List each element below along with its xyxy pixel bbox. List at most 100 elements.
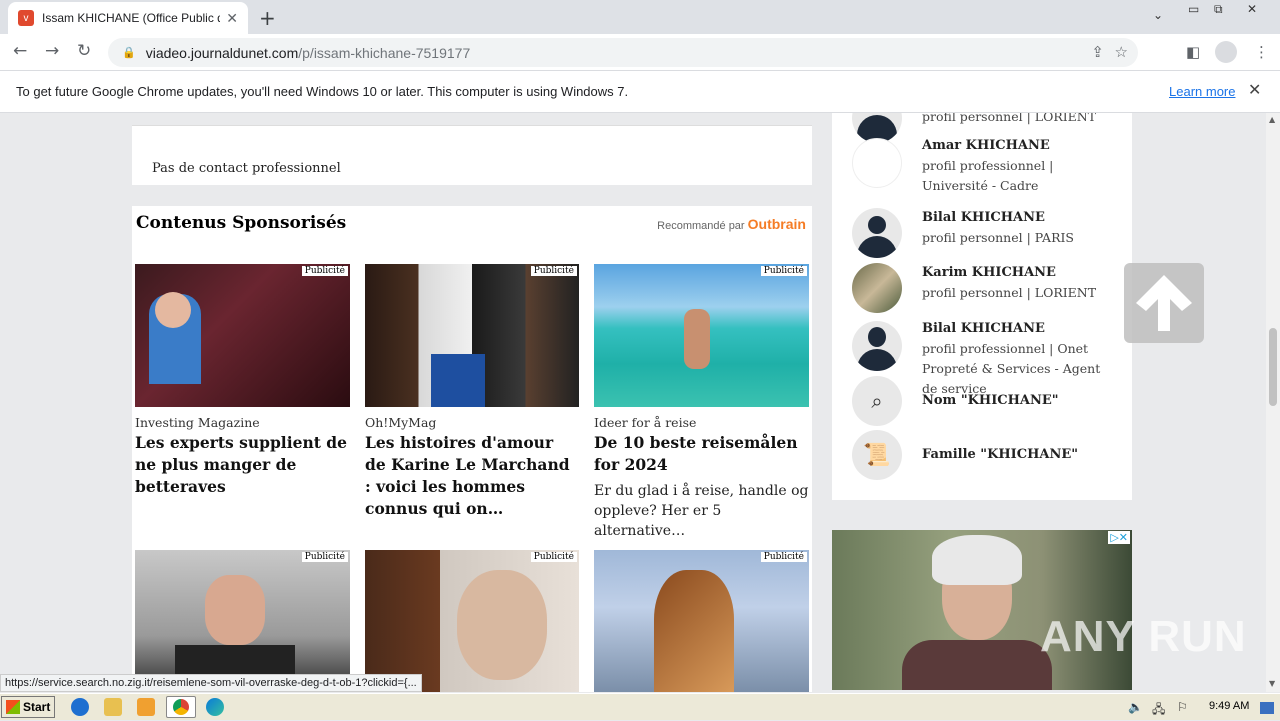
vertical-scrollbar[interactable]: ▲ ▼ xyxy=(1266,113,1280,692)
sponsored-item[interactable]: Publicité Ideer for å reise De 10 beste … xyxy=(594,264,809,541)
avatar xyxy=(852,263,902,313)
profile-desc: profil personnel | LORIENT xyxy=(922,113,1097,124)
profile-name[interactable]: Karim KHICHANE xyxy=(922,265,1056,280)
man-face xyxy=(457,570,547,680)
anyrun-watermark: ANY RUN xyxy=(1040,612,1247,661)
share-icon[interactable]: ⇪ xyxy=(1091,43,1104,61)
sponsored-image[interactable]: Publicité xyxy=(365,264,579,407)
sponsored-item[interactable]: Publicité xyxy=(135,550,350,692)
ad-badge: Publicité xyxy=(301,266,348,276)
status-bubble-url: https://service.search.no.zig.it/reiseml… xyxy=(0,674,422,692)
scroll-up-arrow-icon[interactable]: ▲ xyxy=(1269,115,1275,124)
sponsored-item[interactable]: Publicité Oh!MyMag Les histoires d'amour… xyxy=(365,264,579,520)
sponsored-item[interactable]: Publicité Investing Magazine Les experts… xyxy=(135,264,350,498)
search-family-link[interactable]: Famille "KHICHANE" xyxy=(922,447,1078,462)
ad-badge: Publicité xyxy=(760,266,807,276)
profile-desc: profil professionnel | Onet Propreté & S… xyxy=(922,341,1101,396)
reload-icon[interactable]: ↻ xyxy=(77,41,91,61)
edge-icon[interactable] xyxy=(206,698,224,716)
action-center-flag-icon[interactable]: ⚐ xyxy=(1177,700,1188,714)
arrow-up-icon xyxy=(1136,275,1192,331)
divider xyxy=(132,125,812,126)
scroll-document-icon: 📜 xyxy=(852,430,902,480)
item-source: Ideer for å reise xyxy=(594,415,697,430)
minimize-icon[interactable]: ▭ xyxy=(1188,2,1199,16)
sponsored-image[interactable]: Publicité xyxy=(365,550,579,692)
address-bar[interactable]: 🔒 viadeo.journaldunet.com/p/issam-khicha… xyxy=(108,38,1138,67)
close-tab-icon[interactable]: ✕ xyxy=(226,10,238,27)
profile-avatar-icon[interactable] xyxy=(1215,41,1237,63)
sponsored-image[interactable]: Publicité xyxy=(135,264,350,407)
woman-hair xyxy=(932,535,1022,585)
menu-kebab-icon[interactable]: ⋮ xyxy=(1254,43,1269,61)
tab-title: Issam KHICHANE (Office Public de T xyxy=(42,11,220,25)
sponsored-item[interactable]: Publicité xyxy=(594,550,809,692)
sponsored-image[interactable]: Publicité xyxy=(135,550,350,692)
search-icon: ⌕ xyxy=(852,376,902,426)
side-panel-icon[interactable]: ◧ xyxy=(1186,43,1200,61)
bookmark-star-icon[interactable]: ☆ xyxy=(1115,43,1128,61)
browser-tab[interactable]: v Issam KHICHANE (Office Public de T ✕ xyxy=(8,2,248,34)
tab-strip: v Issam KHICHANE (Office Public de T ✕ +… xyxy=(0,0,1280,34)
ad-badge: Publicité xyxy=(530,552,577,562)
recommended-by-label: Recommandé par xyxy=(657,220,745,232)
learn-more-link[interactable]: Learn more xyxy=(1169,84,1235,99)
forward-icon[interactable]: → xyxy=(45,41,59,61)
browser-toolbar: ← → ↻ 🔒 viadeo.journaldunet.com/p/issam-… xyxy=(0,34,1280,71)
tab-search-icon[interactable]: ⌄ xyxy=(1153,8,1163,22)
viadeo-favicon-icon: v xyxy=(18,10,34,26)
new-tab-icon[interactable]: + xyxy=(259,6,276,30)
profile-desc: profil professionnel | Université - Cadr… xyxy=(922,158,1054,193)
item-source: Investing Magazine xyxy=(135,415,260,430)
avatar xyxy=(852,208,902,258)
item-title[interactable]: Les histoires d'amour de Karine Le March… xyxy=(365,432,579,520)
outbrain-credit[interactable]: Recommandé par Outbrain xyxy=(657,216,806,232)
search-name-link[interactable]: Nom "KHICHANE" xyxy=(922,393,1059,408)
media-player-icon[interactable] xyxy=(137,698,155,716)
side-ad[interactable]: ▷✕ xyxy=(832,530,1132,690)
chrome-taskbar-button[interactable] xyxy=(166,696,196,718)
profile-name[interactable]: Amar KHICHANE xyxy=(922,138,1050,153)
taskbar-clock[interactable]: 9:49 AM xyxy=(1209,700,1249,712)
scroll-to-top-button[interactable] xyxy=(1124,263,1204,343)
explorer-folder-icon[interactable] xyxy=(104,698,122,716)
jersey-shape xyxy=(431,354,485,407)
window-close-icon[interactable]: ✕ xyxy=(1247,2,1257,16)
show-desktop-icon[interactable] xyxy=(1260,702,1274,714)
profile-name[interactable]: Bilal KHICHANE xyxy=(922,210,1045,225)
item-title[interactable]: De 10 beste reisemålen for 2024 xyxy=(594,432,809,476)
item-source: Oh!MyMag xyxy=(365,415,437,430)
sponsored-heading: Contenus Sponsorisés xyxy=(136,213,347,233)
outbrain-logo: Outbrain xyxy=(747,216,806,232)
scroll-down-arrow-icon[interactable]: ▼ xyxy=(1269,679,1275,688)
avatar xyxy=(852,321,902,371)
back-icon[interactable]: ← xyxy=(13,41,27,61)
sponsored-image[interactable]: Publicité xyxy=(594,264,809,407)
start-button[interactable]: Start xyxy=(1,696,55,718)
profile-desc: profil personnel | PARIS xyxy=(922,230,1074,245)
sponsored-content: Contenus Sponsorisés Recommandé par Outb… xyxy=(132,206,812,692)
lock-icon[interactable]: 🔒 xyxy=(122,46,136,59)
infobar-close-icon[interactable]: ✕ xyxy=(1248,80,1261,99)
volume-icon[interactable]: 🔈 xyxy=(1128,700,1143,714)
chrome-icon xyxy=(173,699,189,715)
swimmer-figure xyxy=(684,309,710,369)
ad-badge: Publicité xyxy=(530,266,577,276)
windows-logo-icon xyxy=(6,700,20,714)
sponsored-image[interactable]: Publicité xyxy=(594,550,809,692)
no-contact-text: Pas de contact professionnel xyxy=(152,161,341,176)
item-title[interactable]: Les experts supplient de ne plus manger … xyxy=(135,432,350,498)
adchoices-icon[interactable]: ▷✕ xyxy=(1108,531,1130,544)
avatar-silhouette xyxy=(857,236,897,258)
scrollbar-thumb[interactable] xyxy=(1269,328,1277,406)
ad-badge: Publicité xyxy=(760,552,807,562)
sponsored-item[interactable]: Publicité xyxy=(365,550,579,692)
start-label: Start xyxy=(23,700,51,714)
collie-dog-figure xyxy=(654,570,734,692)
network-icon[interactable]: 🖧 xyxy=(1152,700,1165,721)
man-face xyxy=(205,575,265,645)
restore-icon[interactable]: ⧉ xyxy=(1214,2,1223,17)
item-description[interactable]: Er du glad i å reise, handle og oppleve?… xyxy=(594,481,809,541)
ie-icon[interactable] xyxy=(71,698,89,716)
profile-name[interactable]: Bilal KHICHANE xyxy=(922,321,1045,336)
